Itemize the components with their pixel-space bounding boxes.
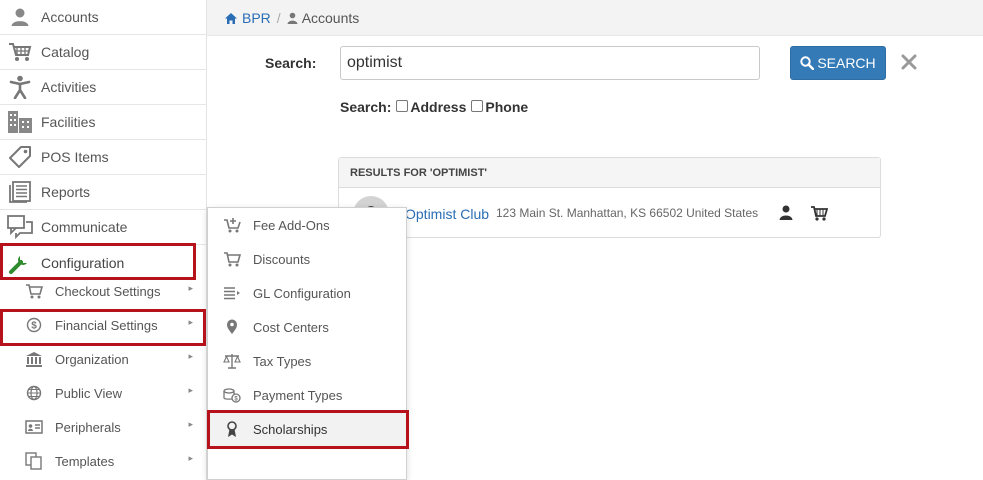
flyout-item-label: GL Configuration (253, 285, 351, 301)
search-input[interactable] (340, 46, 760, 80)
search-options: Search: Address Phone (340, 99, 528, 115)
sidebar-item-label: Reports (41, 184, 91, 200)
breadcrumb-current-label: Accounts (301, 10, 360, 26)
sidebar-subitem-label: Checkout Settings (55, 283, 161, 299)
results-panel: RESULTS FOR 'OPTIMIST' Optimist Club 123… (338, 157, 881, 238)
map-marker-icon (222, 310, 242, 344)
result-name-link[interactable]: Optimist Club (405, 206, 489, 222)
sidebar-subitem-label: Public View (55, 385, 122, 401)
svg-text:$: $ (31, 321, 37, 332)
sidebar-subitem-label: Peripherals (55, 419, 121, 435)
sidebar-subitem-templates[interactable]: Templates ▸ (0, 444, 207, 478)
caret-right-icon: ▸ (188, 419, 193, 429)
bank-icon (23, 342, 45, 376)
sidebar-subitem-organization[interactable]: Organization ▸ (0, 342, 207, 376)
flyout-item-fee-add-ons[interactable]: Fee Add-Ons (208, 208, 406, 242)
templates-icon (23, 444, 45, 478)
user-icon (3, 0, 37, 35)
user-icon[interactable] (779, 205, 793, 225)
results-header: RESULTS FOR 'OPTIMIST' (339, 158, 880, 188)
sidebar-item-accounts[interactable]: Accounts (0, 0, 207, 35)
sidebar-subitem-label: Financial Settings (55, 317, 158, 333)
sidebar-item-label: Facilities (41, 114, 96, 130)
cart-icon (222, 242, 242, 276)
report-icon (3, 175, 37, 210)
search-button-label: SEARCH (817, 55, 876, 71)
sidebar-subitem-checkout-settings[interactable]: Checkout Settings ▸ (0, 274, 207, 308)
flyout-item-discounts[interactable]: Discounts (208, 242, 406, 276)
address-checkbox[interactable] (396, 100, 409, 112)
financial-settings-flyout: Fee Add-Ons Discounts GL Configuration C… (207, 207, 407, 480)
flyout-item-label: Payment Types (253, 387, 343, 403)
sidebar-item-label: POS Items (41, 149, 109, 165)
flyout-item-cost-centers[interactable]: Cost Centers (208, 310, 406, 344)
sidebar-item-pos-items[interactable]: POS Items (0, 140, 207, 175)
sidebar-item-label: Catalog (41, 44, 90, 60)
flyout-item-payment-types[interactable]: $ Payment Types (208, 378, 406, 412)
flyout-item-scholarships[interactable]: Scholarships (208, 412, 406, 446)
search-button[interactable]: SEARCH (790, 46, 886, 80)
person-icon (3, 70, 37, 105)
phone-checkbox[interactable] (471, 100, 484, 112)
breadcrumb-separator: / (276, 10, 281, 26)
caret-right-icon: ▸ (188, 453, 193, 463)
search-icon (800, 56, 815, 70)
caret-right-icon: ▸ (188, 283, 193, 293)
address-checkbox-label: Address (410, 99, 467, 115)
flyout-item-gl-configuration[interactable]: GL Configuration (208, 276, 406, 310)
search-label: Search: (265, 55, 317, 71)
sidebar-subitem-label: Organization (55, 351, 129, 367)
top-bar: BPR / Accounts (207, 0, 983, 36)
flyout-item-label: Discounts (253, 251, 311, 267)
flyout-item-label: Tax Types (253, 353, 312, 369)
clear-search-icon[interactable] (899, 52, 919, 72)
breadcrumb-home-link[interactable]: BPR (224, 10, 271, 26)
cart-icon (3, 35, 37, 70)
globe-icon (23, 376, 45, 410)
flyout-item-label: Cost Centers (253, 319, 329, 335)
caret-right-icon: ▸ (188, 385, 193, 395)
cart-plus-icon (222, 208, 242, 242)
flyout-item-label: Fee Add-Ons (253, 217, 330, 233)
sidebar-item-communicate[interactable]: Communicate (0, 210, 207, 245)
breadcrumb-home-label: BPR (242, 10, 271, 26)
sidebar-item-label: Accounts (41, 9, 99, 25)
sidebar-subitem-financial-settings[interactable]: $ Financial Settings ▸ (0, 308, 207, 342)
sidebar-item-label: Configuration (41, 254, 125, 271)
list-icon (222, 276, 242, 310)
search-options-label: Search: (340, 99, 392, 115)
user-icon (287, 12, 298, 24)
sidebar-item-catalog[interactable]: Catalog (0, 35, 207, 70)
breadcrumb: BPR / Accounts (224, 10, 359, 26)
breadcrumb-current: Accounts (287, 10, 360, 26)
coins-icon: $ (222, 378, 242, 412)
building-icon (3, 105, 37, 140)
caret-right-icon: ▸ (188, 351, 193, 361)
flyout-item-label: Scholarships (253, 421, 328, 437)
home-icon (225, 12, 237, 24)
sidebar-item-label: Activities (41, 79, 97, 95)
sidebar-subitem-public-view[interactable]: Public View ▸ (0, 376, 207, 410)
table-row: Optimist Club 123 Main St. Manhattan, KS… (339, 188, 880, 238)
tag-icon (3, 140, 37, 175)
result-address: 123 Main St. Manhattan, KS 66502 United … (496, 206, 759, 220)
dollar-icon: $ (23, 308, 45, 342)
sidebar: Accounts Catalog Activities Facilities P… (0, 0, 207, 480)
sidebar-item-label: Communicate (41, 219, 128, 235)
cart-icon[interactable] (810, 205, 829, 226)
sidebar-subitem-peripherals[interactable]: Peripherals ▸ (0, 410, 207, 444)
scale-icon (222, 344, 242, 378)
flyout-item-tax-types[interactable]: Tax Types (208, 344, 406, 378)
cart-icon (23, 274, 45, 308)
chat-icon (3, 210, 37, 245)
sidebar-item-activities[interactable]: Activities (0, 70, 207, 105)
id-card-icon (23, 410, 45, 444)
caret-right-icon: ▸ (188, 317, 193, 327)
sidebar-item-facilities[interactable]: Facilities (0, 105, 207, 140)
sidebar-subitem-label: Templates (55, 453, 115, 469)
ribbon-icon (222, 412, 242, 446)
sidebar-item-reports[interactable]: Reports (0, 175, 207, 210)
phone-checkbox-label: Phone (485, 99, 529, 115)
